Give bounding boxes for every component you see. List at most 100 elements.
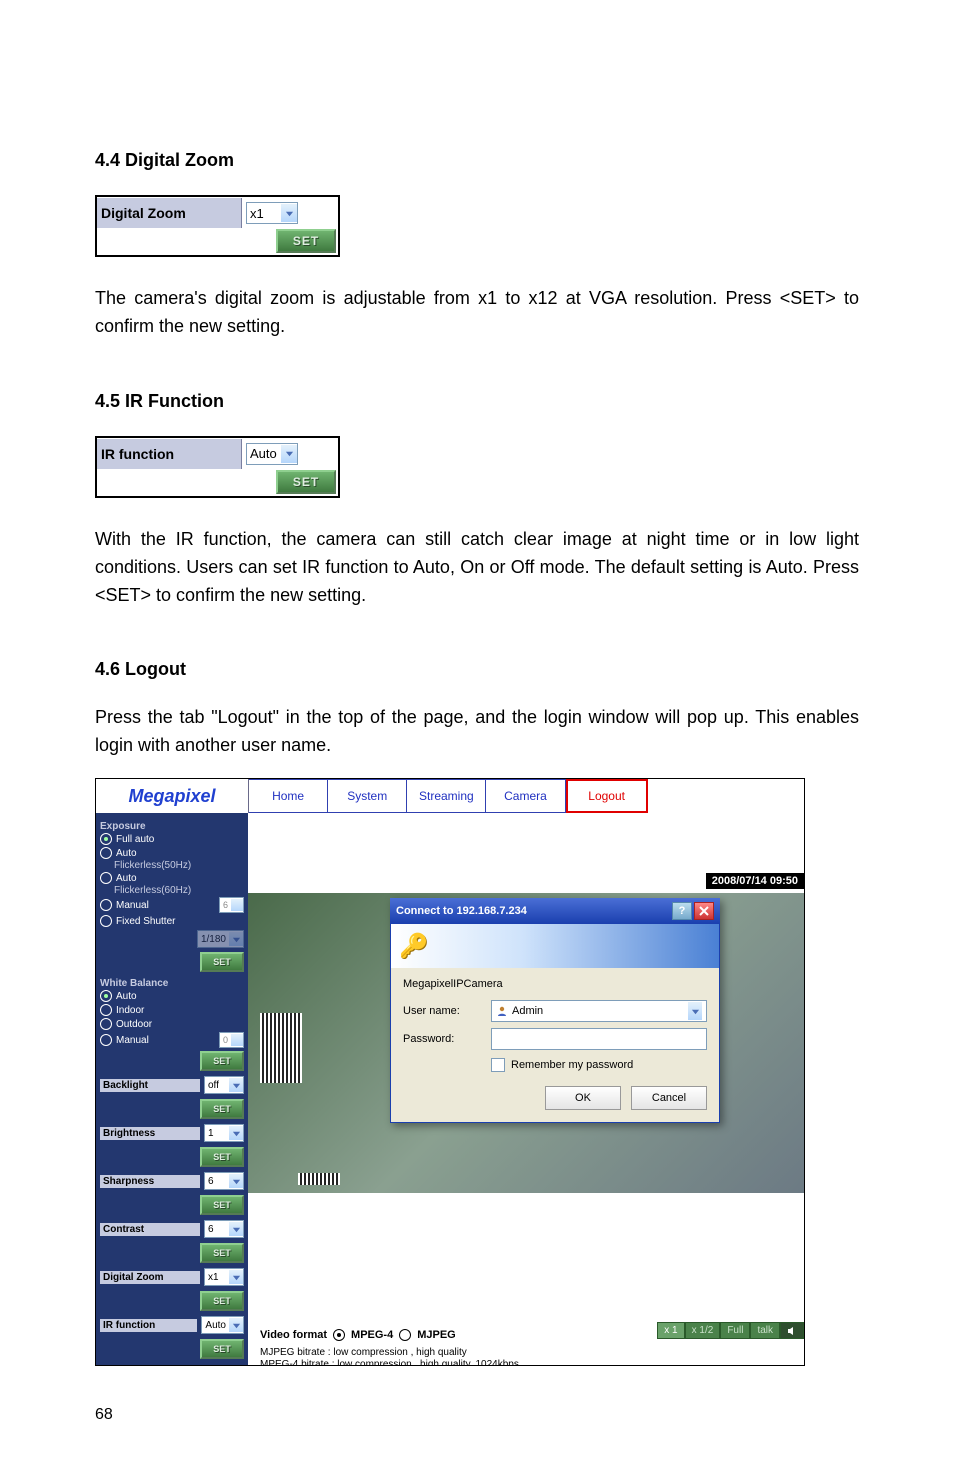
sidebar-contrast: Contrast 6 xyxy=(98,1217,246,1241)
zoom-x1-button[interactable]: x 1 xyxy=(657,1322,684,1339)
sidebar-exposure-title: Exposure xyxy=(98,817,246,832)
page-number: 68 xyxy=(95,1406,859,1424)
speaker-button[interactable] xyxy=(780,1322,804,1339)
radio-icon xyxy=(100,833,112,845)
sidebar-exposure-auto-60[interactable]: Auto xyxy=(98,871,246,885)
dialog-titlebar: Connect to 192.168.7.234 ? xyxy=(390,898,720,924)
dialog-title-text: Connect to 192.168.7.234 xyxy=(396,905,527,917)
radio-icon xyxy=(100,990,112,1002)
test-pattern xyxy=(260,1013,302,1083)
tab-camera[interactable]: Camera xyxy=(486,779,565,813)
chevron-down-icon xyxy=(229,1318,243,1332)
radio-mpeg4[interactable] xyxy=(333,1329,345,1341)
digital-zoom-set-button-sb[interactable]: SET xyxy=(200,1291,244,1311)
close-icon xyxy=(699,906,709,916)
radio-icon xyxy=(100,899,112,911)
radio-icon xyxy=(100,1004,112,1016)
sidebar-flickerless-60: Flickerless(60Hz) xyxy=(98,885,246,896)
digital-zoom-select[interactable]: x1 xyxy=(246,202,298,224)
ir-function-control-box: IR function Auto SET xyxy=(95,436,340,498)
sidebar-brightness: Brightness 1 xyxy=(98,1121,246,1145)
cancel-button[interactable]: Cancel xyxy=(631,1086,707,1110)
sidebar-exposure-manual[interactable]: Manual 6 xyxy=(98,896,246,914)
sidebar-exposure-auto-50[interactable]: Auto xyxy=(98,846,246,860)
sidebar-flickerless-50: Flickerless(50Hz) xyxy=(98,860,246,871)
contrast-select[interactable]: 6 xyxy=(204,1220,244,1238)
chevron-down-icon xyxy=(229,1270,243,1284)
sidebar-sharpness: Sharpness 6 xyxy=(98,1169,246,1193)
chevron-down-icon xyxy=(688,1002,702,1020)
speaker-icon xyxy=(787,1326,797,1336)
key-icon: 🔑 xyxy=(399,932,429,961)
login-dialog: Connect to 192.168.7.234 ? 🔑 Megapixel xyxy=(390,898,720,1123)
radio-icon xyxy=(100,872,112,884)
chevron-down-icon xyxy=(281,445,297,463)
radio-mjpeg[interactable] xyxy=(399,1329,411,1341)
digital-zoom-value: x1 xyxy=(247,206,281,221)
ir-function-select[interactable]: Auto xyxy=(246,443,298,465)
wb-set-button[interactable]: SET xyxy=(200,1051,244,1071)
contrast-set-button[interactable]: SET xyxy=(200,1243,244,1263)
sharpness-set-button[interactable]: SET xyxy=(200,1195,244,1215)
brightness-select[interactable]: 1 xyxy=(204,1124,244,1142)
heading-digital-zoom: 4.4 Digital Zoom xyxy=(95,150,859,171)
tab-streaming[interactable]: Streaming xyxy=(407,779,486,813)
digital-zoom-label: Digital Zoom xyxy=(97,198,242,228)
tab-system[interactable]: System xyxy=(328,779,407,813)
backlight-set-button[interactable]: SET xyxy=(200,1099,244,1119)
talk-button[interactable]: talk xyxy=(750,1322,780,1339)
dialog-banner: 🔑 xyxy=(391,924,719,968)
zoom-x-half-button[interactable]: x 1/2 xyxy=(685,1322,721,1339)
tab-home[interactable]: Home xyxy=(249,779,328,813)
sharpness-select[interactable]: 6 xyxy=(204,1172,244,1190)
brightness-set-button[interactable]: SET xyxy=(200,1147,244,1167)
sidebar-wb-auto[interactable]: Auto xyxy=(98,989,246,1003)
main-area: 2008/07/14 09:50 Video format MPEG-4 MJP… xyxy=(248,813,804,1365)
radio-icon xyxy=(100,1018,112,1030)
sidebar-wb-manual[interactable]: Manual 0 xyxy=(98,1031,246,1049)
chevron-down-icon xyxy=(281,204,297,222)
password-field[interactable] xyxy=(491,1028,707,1050)
ir-function-select-sb[interactable]: Auto xyxy=(201,1316,244,1334)
digital-zoom-description: The camera's digital zoom is adjustable … xyxy=(95,285,859,341)
user-icon xyxy=(496,1005,508,1017)
digital-zoom-set-button[interactable]: SET xyxy=(276,229,336,253)
test-pattern xyxy=(298,1173,340,1185)
digital-zoom-control-box: Digital Zoom x1 SET xyxy=(95,195,340,257)
sidebar-backlight: Backlight off xyxy=(98,1073,246,1097)
username-field[interactable]: Admin xyxy=(491,1000,707,1022)
ok-button[interactable]: OK xyxy=(545,1086,621,1110)
ir-function-set-button[interactable]: SET xyxy=(276,470,336,494)
backlight-select[interactable]: off xyxy=(204,1076,244,1094)
shutter-select[interactable]: 1/180 xyxy=(197,930,244,948)
chevron-down-icon xyxy=(229,1126,243,1140)
heading-ir-function: 4.5 IR Function xyxy=(95,391,859,412)
timestamp: 2008/07/14 09:50 xyxy=(706,873,804,889)
chevron-down-icon xyxy=(229,1078,243,1092)
app-screenshot: Megapixel Home System Streaming Camera L… xyxy=(95,778,805,1366)
ir-function-value: Auto xyxy=(247,446,281,461)
sidebar-digital-zoom: Digital Zoom x1 xyxy=(98,1265,246,1289)
digital-zoom-select-sb[interactable]: x1 xyxy=(204,1268,244,1286)
sidebar-wb-outdoor[interactable]: Outdoor xyxy=(98,1017,246,1031)
app-tabs: Home System Streaming Camera Logout xyxy=(249,779,804,813)
ir-function-set-button-sb[interactable]: SET xyxy=(200,1339,244,1359)
tab-logout[interactable]: Logout xyxy=(566,779,648,813)
sidebar-exposure-full-auto[interactable]: Full auto xyxy=(98,832,246,846)
sidebar-wb-indoor[interactable]: Indoor xyxy=(98,1003,246,1017)
zoom-full-button[interactable]: Full xyxy=(720,1322,750,1339)
radio-icon xyxy=(100,915,112,927)
app-brand: Megapixel xyxy=(96,779,249,813)
remember-password-row[interactable]: Remember my password xyxy=(491,1058,707,1072)
close-button[interactable] xyxy=(694,902,714,920)
chevron-down-icon xyxy=(229,1174,243,1188)
chevron-down-icon xyxy=(231,1034,243,1046)
radio-icon xyxy=(100,1034,112,1046)
sidebar-exposure-fixed-shutter[interactable]: Fixed Shutter xyxy=(98,914,246,928)
exposure-set-button[interactable]: SET xyxy=(200,952,244,972)
video-format-row: Video format MPEG-4 MJPEG xyxy=(260,1329,456,1341)
help-button[interactable]: ? xyxy=(672,902,692,920)
password-label: Password: xyxy=(403,1033,483,1045)
zoom-strip: x 1 x 1/2 Full talk xyxy=(657,1322,804,1339)
heading-logout: 4.6 Logout xyxy=(95,659,859,680)
